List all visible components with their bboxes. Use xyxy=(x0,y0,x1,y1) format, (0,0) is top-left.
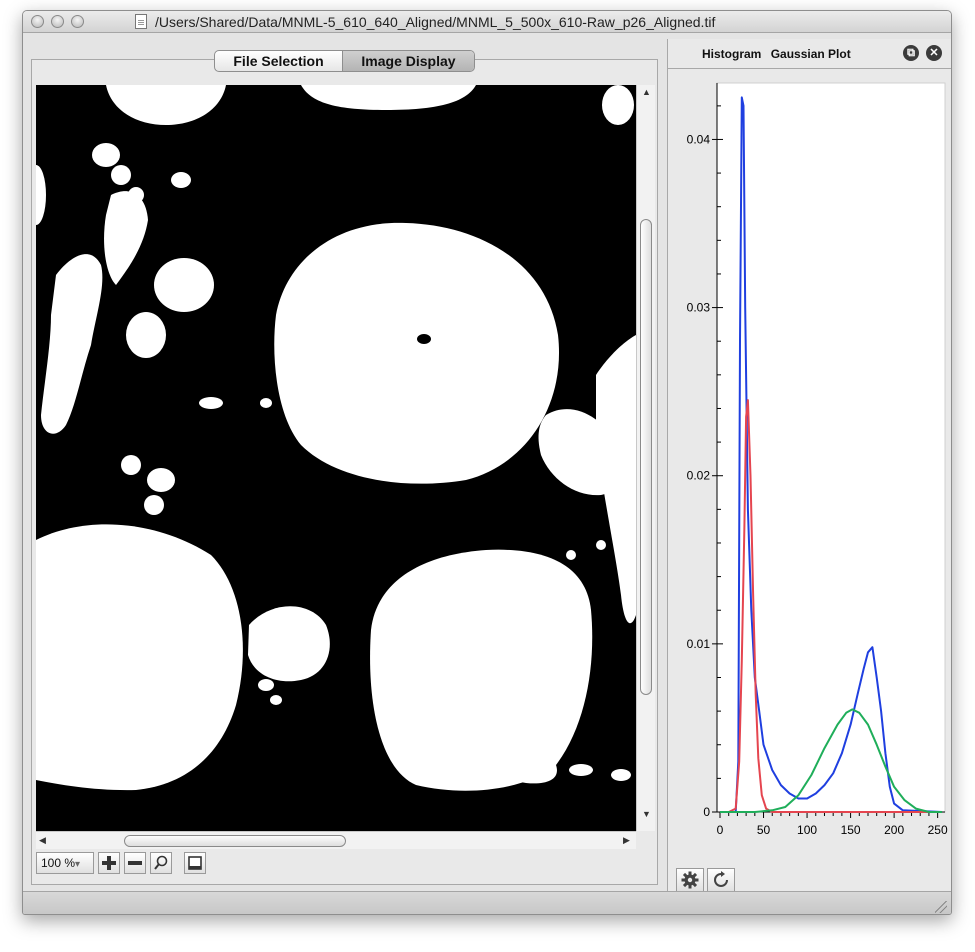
zoom-fit-button[interactable] xyxy=(150,852,172,874)
scroll-right-arrow-icon[interactable]: ▶ xyxy=(623,835,630,846)
x-tick-label: 0 xyxy=(717,823,724,837)
image-toolbar: 100 %▾ xyxy=(36,851,206,875)
x-tick-label: 250 xyxy=(928,823,948,837)
x-tick-label: 100 xyxy=(797,823,817,837)
document-icon xyxy=(135,14,147,29)
horizontal-scrollbar[interactable]: ◀ ▶ xyxy=(36,831,636,849)
tab-gaussian-plot[interactable]: Gaussian Plot xyxy=(771,47,851,61)
y-tick-label: 0 xyxy=(703,805,710,819)
tab-file-selection[interactable]: File Selection xyxy=(215,51,343,71)
y-tick-label: 0.04 xyxy=(687,132,711,146)
y-tick-label: 0.01 xyxy=(687,637,711,651)
zoom-out-button[interactable] xyxy=(124,852,146,874)
detach-panel-icon[interactable]: ⧉ xyxy=(903,45,919,61)
zoom-in-button[interactable] xyxy=(98,852,120,874)
vertical-scrollbar[interactable]: ▲ ▼ xyxy=(636,85,655,831)
scroll-down-arrow-icon[interactable]: ▼ xyxy=(642,809,651,819)
tab-image-display[interactable]: Image Display xyxy=(343,51,474,71)
vertical-scroll-thumb[interactable] xyxy=(640,219,652,695)
histogram-chart-svg: 0 0.01 0.02 0.03 0.04 0 50 100 150 200 250 xyxy=(687,82,948,837)
histogram-toolbar xyxy=(676,868,735,892)
histogram-panel: Histogram Gaussian Plot ⧉ ✕ 0 0.01 0.02 0.0… xyxy=(667,39,951,901)
y-tick-label: 0.02 xyxy=(687,469,711,483)
scroll-left-arrow-icon[interactable]: ◀ xyxy=(39,835,46,846)
close-window-button[interactable] xyxy=(31,15,44,28)
tab-bar: File Selection Image Display xyxy=(214,50,475,72)
window-title: /Users/Shared/Data/MNML-5_610_640_Aligne… xyxy=(155,14,716,30)
app-window: /Users/Shared/Data/MNML-5_610_640_Aligne… xyxy=(22,10,952,915)
scroll-up-arrow-icon[interactable]: ▲ xyxy=(642,87,651,97)
title-bar: /Users/Shared/Data/MNML-5_610_640_Aligne… xyxy=(23,11,951,33)
close-panel-icon[interactable]: ✕ xyxy=(926,45,942,61)
minimize-window-button[interactable] xyxy=(51,15,64,28)
magnifier-icon xyxy=(154,855,168,870)
chevron-down-icon: ▾ xyxy=(75,859,81,870)
resize-grip-icon[interactable] xyxy=(935,901,947,913)
x-tick-label: 200 xyxy=(884,823,904,837)
plus-icon xyxy=(102,856,116,870)
plot-area xyxy=(716,82,946,813)
fit-window-button[interactable] xyxy=(184,852,206,874)
segmented-image xyxy=(36,85,636,831)
histogram-plot: 0 0.01 0.02 0.03 0.04 0 50 100 150 200 250 xyxy=(670,77,948,870)
y-tick-label: 0.03 xyxy=(687,301,711,315)
x-tick-label: 50 xyxy=(757,823,771,837)
horizontal-scroll-thumb[interactable] xyxy=(124,835,346,847)
binary-image-view[interactable] xyxy=(36,85,636,831)
minus-icon xyxy=(128,861,142,865)
status-bar xyxy=(23,891,951,914)
tab-histogram[interactable]: Histogram xyxy=(702,47,761,61)
gear-icon xyxy=(681,871,699,889)
refresh-button[interactable] xyxy=(707,868,735,892)
x-tick-label: 150 xyxy=(841,823,861,837)
settings-button[interactable] xyxy=(676,868,704,892)
zoom-value: 100 % xyxy=(41,856,76,870)
window-icon xyxy=(188,856,202,870)
histogram-panel-header: Histogram Gaussian Plot ⧉ ✕ xyxy=(668,39,951,69)
zoom-select[interactable]: 100 %▾ xyxy=(36,852,94,874)
zoom-window-button[interactable] xyxy=(71,15,84,28)
refresh-icon xyxy=(714,871,728,887)
